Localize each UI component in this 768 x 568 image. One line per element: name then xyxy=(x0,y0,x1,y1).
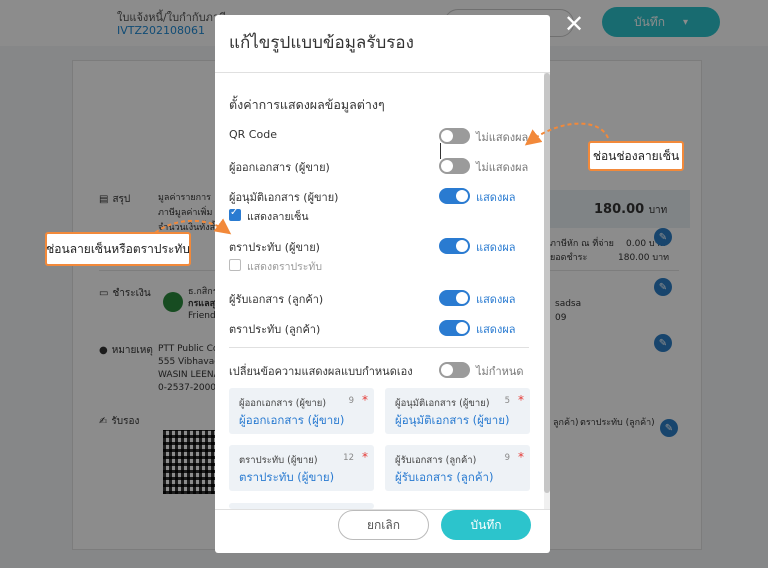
scrollbar-thumb[interactable] xyxy=(544,73,550,493)
field-label: ผู้รับเอกสาร (ลูกค้า) xyxy=(395,455,477,466)
row-label-approver: ผู้อนุมัติเอกสาร (ผู้ขาย) xyxy=(229,191,339,204)
status-receiver: แสดงผล xyxy=(476,293,516,306)
field-value: ผู้อนุมัติเอกสาร (ผู้ขาย) xyxy=(395,413,510,427)
cancel-button[interactable]: ยกเลิก xyxy=(338,510,429,540)
status-seller-stamp: แสดงผล xyxy=(476,241,516,254)
char-count: 12 xyxy=(343,453,354,463)
modal-title: แก้ไขรูปแบบข้อมูลรับรอง xyxy=(229,33,414,53)
close-icon[interactable]: ✕ xyxy=(560,10,588,38)
status-qr-code: ไม่แสดงผล xyxy=(476,131,529,144)
toggle-issuer[interactable] xyxy=(439,158,470,174)
checkbox-label-show-stamp: แสดงตราประทับ xyxy=(247,261,323,273)
toggle-knob xyxy=(456,322,468,334)
toggle-receiver[interactable] xyxy=(439,290,470,306)
row-label-receiver: ผู้รับเอกสาร (ลูกค้า) xyxy=(229,293,324,306)
field-value: ผู้รับเอกสาร (ลูกค้า) xyxy=(395,470,494,484)
toggle-customer-stamp[interactable] xyxy=(439,320,470,336)
field-label: ตราประทับ (ผู้ขาย) xyxy=(239,455,318,466)
toggle-knob xyxy=(441,130,453,142)
required-mark: * xyxy=(518,450,524,464)
field-label: ผู้ออกเอกสาร (ผู้ขาย) xyxy=(239,398,327,409)
toggle-knob xyxy=(456,190,468,202)
status-custom-text: ไม่กำหนด xyxy=(476,365,524,378)
field-seller-stamp-text[interactable]: ตราประทับ (ผู้ขาย) 12 * ตราประทับ (ผู้ขา… xyxy=(229,445,374,491)
toggle-knob xyxy=(441,364,453,376)
checkbox-show-signature[interactable] xyxy=(229,207,241,221)
toggle-knob xyxy=(456,240,468,252)
status-customer-stamp: แสดงผล xyxy=(476,323,516,336)
field-issuer-text[interactable]: ผู้ออกเอกสาร (ผู้ขาย) 9 * ผู้ออกเอกสาร (… xyxy=(229,388,374,434)
toggle-qr-code[interactable] xyxy=(439,128,470,144)
field-approver-text[interactable]: ผู้อนุมัติเอกสาร (ผู้ขาย) 5 * ผู้อนุมัติ… xyxy=(385,388,530,434)
toggle-approver[interactable] xyxy=(439,188,470,204)
scrollbar[interactable] xyxy=(544,73,550,509)
toggle-custom-text[interactable] xyxy=(439,362,470,378)
checkbox-label-show-signature: แสดงลายเซ็น xyxy=(247,211,309,223)
row-label-custom-text: เปลี่ยนข้อความแสดงผลแบบกำหนดเอง xyxy=(229,365,413,378)
char-count: 9 xyxy=(504,453,510,463)
text-cursor xyxy=(440,143,441,159)
required-mark: * xyxy=(362,450,368,464)
field-value: ตราประทับ (ผู้ขาย) xyxy=(239,470,335,484)
save-button[interactable]: บันทึก xyxy=(441,510,531,540)
row-label-qr-code: QR Code xyxy=(229,128,277,141)
char-count: 5 xyxy=(504,396,510,406)
row-label-issuer: ผู้ออกเอกสาร (ผู้ขาย) xyxy=(229,161,330,174)
callout-hide-signature-or-stamp: ช่อนลายเซ็นหรือตราประทับ xyxy=(45,232,191,266)
toggle-knob xyxy=(441,160,453,172)
field-value: ผู้ออกเอกสาร (ผู้ขาย) xyxy=(239,413,345,427)
modal-body[interactable]: ตั้งค่าการแสดงผลข้อมูลต่างๆ QR Code ไม่แ… xyxy=(215,73,550,509)
callout-hide-signature-slot: ช่อนช่องลายเซ็น xyxy=(588,141,684,171)
toggle-seller-stamp[interactable] xyxy=(439,238,470,254)
required-mark: * xyxy=(362,393,368,407)
char-count: 9 xyxy=(348,396,354,406)
status-issuer: ไม่แสดงผล xyxy=(476,161,529,174)
section-title: ตั้งค่าการแสดงผลข้อมูลต่างๆ xyxy=(229,97,385,112)
edit-certification-modal: แก้ไขรูปแบบข้อมูลรับรอง ตั้งค่าการแสดงผล… xyxy=(215,15,550,553)
row-label-customer-stamp: ตราประทับ (ลูกค้า) xyxy=(229,323,321,336)
required-mark: * xyxy=(518,393,524,407)
section-divider xyxy=(229,347,529,348)
row-label-seller-stamp: ตราประทับ (ผู้ขาย) xyxy=(229,241,320,254)
checkbox-show-stamp[interactable] xyxy=(229,259,241,271)
field-label: ผู้อนุมัติเอกสาร (ผู้ขาย) xyxy=(395,398,490,409)
toggle-knob xyxy=(456,292,468,304)
status-approver: แสดงผล xyxy=(476,191,516,204)
field-receiver-text[interactable]: ผู้รับเอกสาร (ลูกค้า) 9 * ผู้รับเอกสาร (… xyxy=(385,445,530,491)
